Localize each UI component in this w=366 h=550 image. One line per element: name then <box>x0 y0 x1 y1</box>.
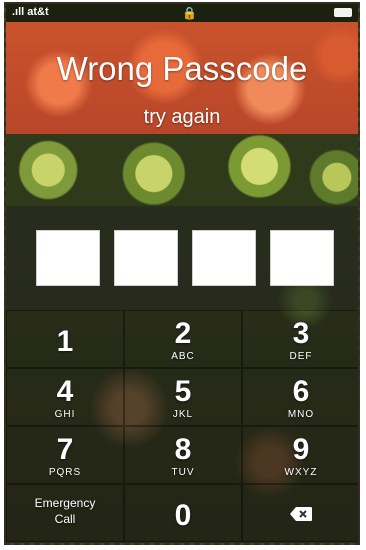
delete-button[interactable] <box>242 484 358 542</box>
key-digit: 2 <box>174 317 192 350</box>
key-7[interactable]: 7 PQRS <box>6 426 124 484</box>
key-digit: 1 <box>56 325 74 358</box>
key-digit: 5 <box>174 375 192 408</box>
passcode-entry <box>6 206 358 310</box>
page-subtitle: try again <box>143 106 221 128</box>
key-digit: 0 <box>174 499 192 532</box>
passcode-box-1 <box>36 230 100 286</box>
key-digit: 8 <box>174 433 192 466</box>
key-1[interactable]: 1 <box>6 310 124 368</box>
key-letters: ABC <box>171 351 195 362</box>
delete-backspace-icon <box>290 507 312 521</box>
carrier-signal: .ıll at&t <box>12 6 49 18</box>
key-6[interactable]: 6 MNO <box>242 368 358 426</box>
key-letters: JKL <box>172 409 194 420</box>
key-2[interactable]: 2 ABC <box>124 310 242 368</box>
passcode-box-3 <box>192 230 256 286</box>
passcode-box-4 <box>270 230 334 286</box>
lock-screen: .ıll at&t 🔒 Wrong Passcode try again 1 2… <box>4 2 360 545</box>
key-9[interactable]: 9 WXYZ <box>242 426 358 484</box>
key-digit: 6 <box>292 375 310 408</box>
key-letters: WXYZ <box>284 467 318 478</box>
key-digit: 4 <box>56 375 74 408</box>
key-3[interactable]: 3 DEF <box>242 310 358 368</box>
keypad: 1 2 ABC 3 DEF 4 GHI 5 JKL 6 MNO 7 PQRS 8 <box>6 310 358 543</box>
emergency-call-label: Emergency Call <box>34 496 96 526</box>
key-8[interactable]: 8 TUV <box>124 426 242 484</box>
key-digit: 7 <box>56 433 74 466</box>
key-4[interactable]: 4 GHI <box>6 368 124 426</box>
passcode-header: Wrong Passcode try again <box>6 22 358 134</box>
wallpaper-band <box>6 134 358 206</box>
key-letters: TUV <box>171 467 195 478</box>
page-title: Wrong Passcode <box>56 50 308 87</box>
key-digit: 9 <box>292 433 310 466</box>
key-letters: MNO <box>287 409 315 420</box>
key-letters: PQRS <box>48 467 82 478</box>
battery-icon <box>334 8 352 17</box>
key-digit: 3 <box>292 317 310 350</box>
passcode-box-2 <box>114 230 178 286</box>
key-5[interactable]: 5 JKL <box>124 368 242 426</box>
status-bar: .ıll at&t 🔒 <box>6 4 358 22</box>
lock-icon: 🔒 <box>182 6 197 20</box>
emergency-call-button[interactable]: Emergency Call <box>6 484 124 542</box>
key-0[interactable]: 0 <box>124 484 242 542</box>
key-letters: GHI <box>54 409 76 420</box>
key-letters: DEF <box>289 351 313 362</box>
